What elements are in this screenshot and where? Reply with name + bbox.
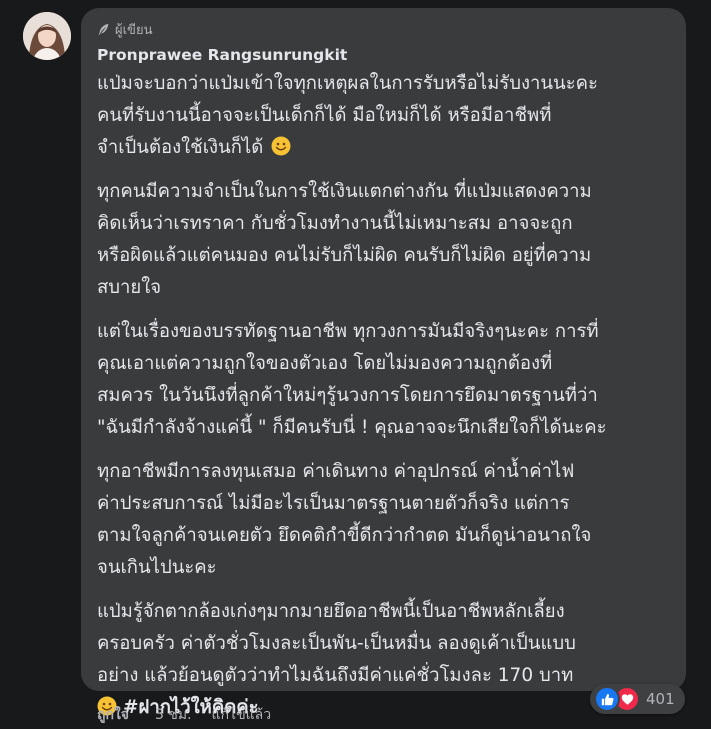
comment-line: จนเกินไปนะคะ [97,557,217,578]
comment-bubble: ผู้เขียน Pronprawee Rangsunrungkit แป่มจ… [81,8,686,718]
author-name[interactable]: Pronprawee Rangsunrungkit [97,44,670,66]
comment-line: สมควร ในวันนึงที่ลูกค้าใหม่ๆรู้นวงการโดย… [97,385,598,406]
reaction-count: 401 [646,690,675,708]
comment-line: คุณเอาแต่ความถูกใจของตัวเอง โดยไม่มองควา… [97,353,553,374]
comment-line: อย่าง แล้วย้อนดูตัวว่าทำไมฉันถึงมีค่าแค่… [97,665,574,686]
comment-line: ทุกอาชีพมีการลงทุนเสมอ ค่าเดินทาง ค่าอุป… [97,461,575,482]
quill-icon [98,23,109,35]
like-icon [594,686,620,712]
comment-line: แป่มรู้จักตากล้องเก่งๆมากมายยึดอาชีพนี้เ… [97,601,565,622]
author-badge-label: ผู้เขียน [115,22,153,38]
comment-text: จำเป็นต้องใช้เงินก็ได้ [97,137,264,158]
comment-line: แต่ในเรื่องของบรรทัดฐานอาชีพ ทุกวงการมัน… [97,321,599,342]
comment-actions: ถูกใจ 3 ชม. แก้ไขแล้ว [97,704,271,726]
comment-paragraph: ทุกคนมีความจำเป็นในการใช้เงินแตกต่างกัน … [97,176,670,304]
comment-line: ค่าประสบการณ์ ไม่มีอะไรเป็นมาตรฐานตายตัว… [97,493,570,514]
comment-line: คนที่รับงานนี้อาจจะเป็นเด็กก็ได้ มือใหม่… [97,105,552,126]
comment-paragraph: แป่มจะบอกว่าแป่มเข้าใจทุกเหตุผลในการรับห… [97,68,670,164]
comment-line: "ฉันมีกำลังจ้างแค่นี้ " ก็มีคนรับนี่ ! ค… [97,417,607,438]
comment-line: แป่มจะบอกว่าแป่มเข้าใจทุกเหตุผลในการรับห… [97,73,598,94]
heart-icon [621,693,633,705]
author-badge: ผู้เขียน [97,18,670,40]
thumbs-up-icon [601,693,613,705]
avatar[interactable] [23,12,71,60]
comment-line: ตามใจลูกค้าจนเคยตัว ยึดคติกำขี้ดีกว่ากำต… [97,525,592,546]
like-button[interactable]: ถูกใจ [97,704,129,726]
comment-line: สบายใจ [97,277,162,298]
timestamp-link[interactable]: 3 ชม. [155,704,192,726]
comment-line: จำเป็นต้องใช้เงินก็ได้ [97,132,670,164]
profile-photo [23,12,71,60]
comment-paragraph: ทุกอาชีพมีการลงทุนเสมอ ค่าเดินทาง ค่าอุป… [97,456,670,584]
comment-line: หรือผิดแล้วแต่คนมอง คนไม่รับก็ไม่ผิด คนร… [97,245,592,266]
comment-line: คิดเห็นว่าเรทราคา กับชั่วโมงทำงานนี้ไม่เ… [97,213,573,234]
smile-emoji-icon [271,136,291,156]
comment-paragraph: แต่ในเรื่องของบรรทัดฐานอาชีพ ทุกวงการมัน… [97,316,670,444]
reaction-summary[interactable]: 401 [590,684,685,714]
edited-label[interactable]: แก้ไขแล้ว [212,704,272,726]
comment-line: ทุกคนมีความจำเป็นในการใช้เงินแตกต่างกัน … [97,181,592,202]
comment-line: ครอบครัว ค่าตัวชั่วโมงละเป็นพัน-เป็นหมื่… [97,633,576,654]
